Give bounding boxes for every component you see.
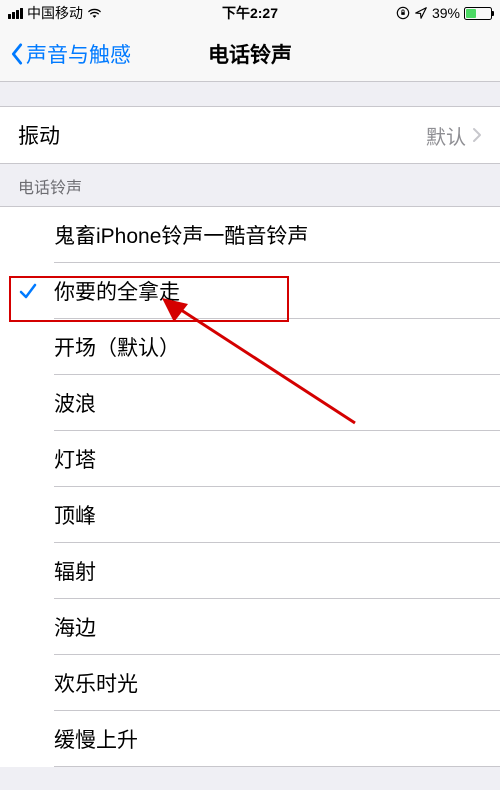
ringtone-row[interactable]: 波浪: [0, 375, 500, 431]
ringtone-label: 灯塔: [54, 444, 96, 474]
separator: [54, 766, 500, 767]
section-gap: 电话铃声: [0, 164, 500, 206]
back-button[interactable]: 声音与触感: [10, 39, 131, 69]
ringtone-row[interactable]: 开场（默认）: [0, 319, 500, 375]
ringtone-row[interactable]: 顶峰: [0, 487, 500, 543]
battery-percent: 39%: [432, 5, 460, 21]
ringtone-row[interactable]: 鬼畜iPhone铃声一酷音铃声: [0, 207, 500, 263]
orientation-lock-icon: [396, 6, 410, 20]
ringtone-row[interactable]: 灯塔: [0, 431, 500, 487]
wifi-icon: [87, 7, 102, 19]
chevron-right-icon: [472, 127, 482, 143]
ringtone-row[interactable]: 你要的全拿走: [0, 263, 500, 319]
signal-icon: [8, 8, 23, 19]
status-time: 下午2:27: [222, 3, 278, 23]
ringtone-list: 鬼畜iPhone铃声一酷音铃声你要的全拿走开场（默认） 波浪灯塔顶峰辐射海边欢乐时…: [0, 206, 500, 767]
nav-bar: 声音与触感 电话铃声: [0, 26, 500, 82]
battery-fill: [466, 9, 476, 18]
checkmark-icon: [18, 281, 38, 301]
chevron-left-icon: [10, 43, 24, 65]
ringtone-label: 海边: [54, 612, 96, 642]
status-bar: 中国移动 下午2:27 39%: [0, 0, 500, 26]
vibration-label: 振动: [18, 120, 60, 150]
page-title: 电话铃声: [208, 39, 292, 69]
vibration-value: 默认: [426, 121, 466, 150]
ringtone-row[interactable]: 辐射: [0, 543, 500, 599]
vibration-value-group: 默认: [426, 121, 482, 150]
ringtone-row[interactable]: 缓慢上升: [0, 711, 500, 767]
status-left: 中国移动: [8, 3, 102, 23]
location-icon: [414, 6, 428, 20]
ringtone-row[interactable]: 海边: [0, 599, 500, 655]
carrier-label: 中国移动: [27, 3, 83, 23]
vibration-row[interactable]: 振动 默认: [0, 106, 500, 164]
ringtone-label: 你要的全拿走: [54, 276, 180, 306]
ringtone-label: 鬼畜iPhone铃声一酷音铃声: [54, 220, 308, 250]
ringtone-label: 顶峰: [54, 500, 96, 530]
ringtone-label: 缓慢上升: [54, 724, 138, 754]
ringtone-label: 开场（默认）: [54, 332, 180, 362]
battery-icon: [464, 7, 492, 20]
ringtone-label: 波浪: [54, 388, 96, 418]
status-right: 39%: [396, 5, 492, 21]
back-label: 声音与触感: [26, 39, 131, 69]
ringtone-label: 欢乐时光: [54, 668, 138, 698]
ringtone-label: 辐射: [54, 556, 96, 586]
section-header-ringtones: 电话铃声: [18, 174, 82, 198]
section-gap: [0, 82, 500, 106]
ringtone-row[interactable]: 欢乐时光: [0, 655, 500, 711]
